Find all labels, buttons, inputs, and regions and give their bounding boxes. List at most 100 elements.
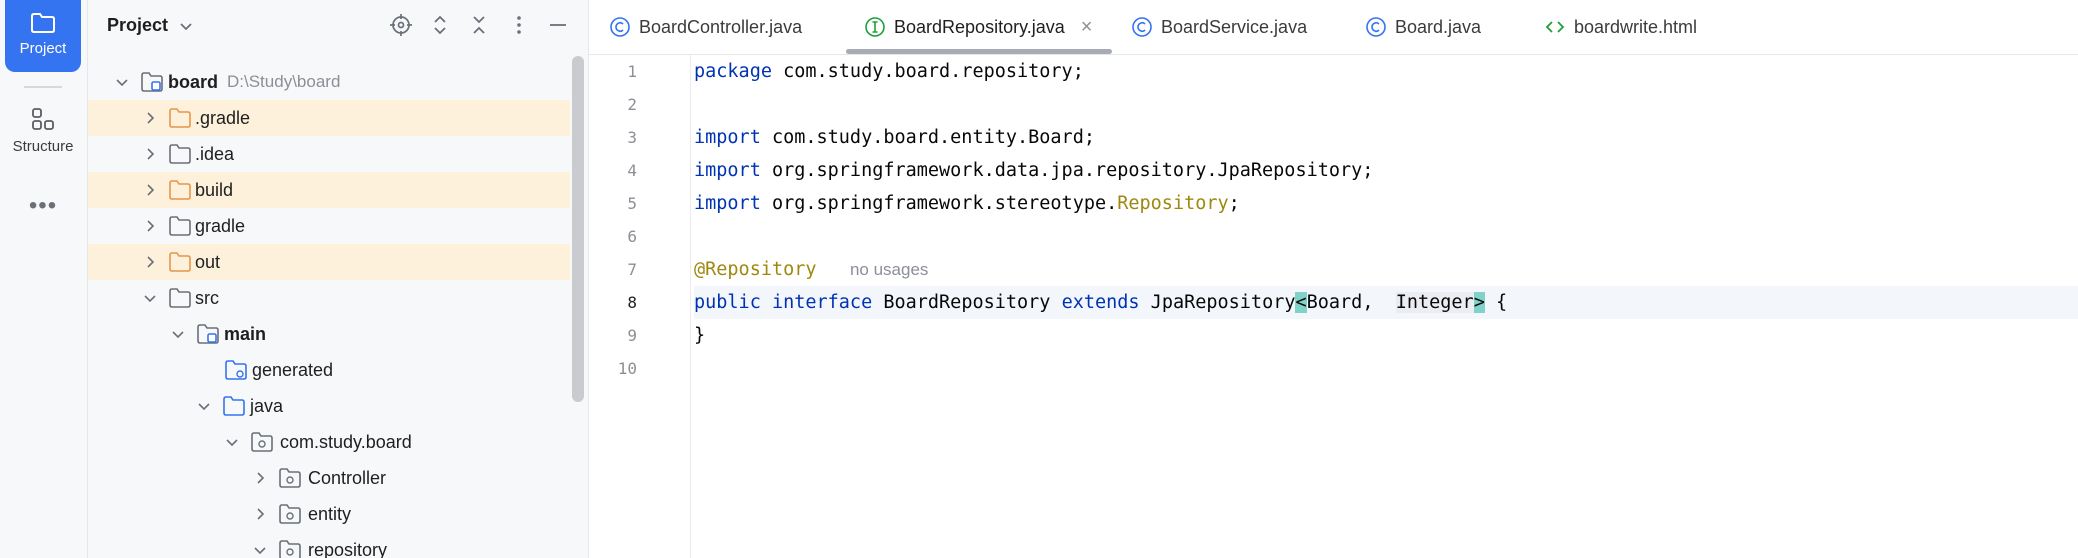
tree-item-repository[interactable]: repository [88, 532, 570, 558]
parameter-highlight: Integer [1395, 292, 1474, 313]
code-line-9: } [694, 319, 2078, 352]
tree-item-generated[interactable]: generated [88, 352, 570, 388]
tree-item-label: board [168, 71, 219, 92]
tab-label: boardwrite.html [1574, 16, 1698, 37]
tab-boardwrite-html[interactable]: boardwrite.html [1544, 0, 1697, 54]
tab-board-controller[interactable]: BoardController.java [609, 0, 802, 54]
interface-icon [864, 16, 886, 38]
collapse-all-icon[interactable] [466, 12, 492, 38]
line-number: 4 [627, 161, 637, 180]
package-icon [279, 504, 301, 524]
tree-item-label: com.study.board [280, 431, 412, 452]
folder-icon [31, 13, 55, 33]
chevron-down-icon[interactable] [196, 398, 212, 414]
line-number-gutter: 1 2 3 4 5 6 7 8 9 10 [589, 55, 691, 558]
tree-item-path: D:\Study\board [227, 72, 341, 91]
chevron-right-icon[interactable] [142, 218, 158, 234]
line-number: 2 [627, 95, 637, 114]
locate-icon[interactable] [388, 12, 414, 38]
minimize-icon[interactable] [545, 12, 571, 38]
chevron-down-icon[interactable] [176, 16, 196, 36]
tree-item-out[interactable]: out [88, 244, 570, 280]
tree-item-label: java [250, 395, 284, 416]
line-number: 3 [627, 128, 637, 147]
activity-bar: Project Structure ••• [0, 0, 88, 558]
tree-item-idea[interactable]: .idea [88, 136, 570, 172]
class-icon [1365, 16, 1387, 38]
structure-tool-button[interactable]: Structure [5, 106, 81, 168]
line-number: 1 [627, 62, 637, 81]
chevron-down-icon[interactable] [142, 290, 158, 306]
code-line-7: @Repository no usages [694, 253, 2078, 286]
more-tools-button[interactable]: ••• [5, 192, 81, 226]
tab-label: Board.java [1395, 16, 1482, 37]
tab-board[interactable]: Board.java [1365, 0, 1481, 54]
line-number: 7 [627, 260, 637, 279]
code-line-4: import org.springframework.data.jpa.repo… [694, 154, 2078, 187]
tree-item-build[interactable]: build [88, 172, 570, 208]
excluded-folder-icon [169, 252, 191, 272]
tree-item-label: src [195, 287, 219, 308]
keyword: import [694, 160, 761, 181]
tree-item-main[interactable]: main [88, 316, 570, 352]
tab-board-repository[interactable]: BoardRepository.java × [864, 0, 1092, 54]
tree-item-board[interactable]: board D:\Study\board [88, 64, 570, 100]
html-icon [1544, 16, 1566, 38]
project-tree-scrollbar[interactable] [572, 56, 584, 402]
tree-item-label: generated [252, 359, 334, 380]
package-icon [279, 468, 301, 488]
tree-item-label: build [195, 179, 234, 200]
tab-board-service[interactable]: BoardService.java [1131, 0, 1307, 54]
activity-separator [24, 86, 62, 88]
options-icon[interactable] [506, 12, 532, 38]
tree-item-src[interactable]: src [88, 280, 570, 316]
usages-inlay-hint[interactable]: no usages [850, 260, 928, 279]
code-text: Board, [1306, 292, 1396, 313]
tree-item-gradle[interactable]: gradle [88, 208, 570, 244]
excluded-folder-icon [169, 108, 191, 128]
chevron-down-icon[interactable] [224, 434, 240, 450]
tree-item-java[interactable]: java [88, 388, 570, 424]
folder-icon [169, 144, 191, 164]
keyword: import [694, 193, 761, 214]
source-folder-icon [223, 396, 245, 416]
keyword: package [694, 61, 772, 82]
chevron-right-icon[interactable] [142, 182, 158, 198]
panel-title[interactable]: Project [107, 15, 168, 36]
expand-all-icon[interactable] [427, 12, 453, 38]
code-text: JpaRepository [1139, 292, 1296, 313]
chevron-right-icon[interactable] [142, 110, 158, 126]
chevron-right-icon[interactable] [142, 146, 158, 162]
folder-icon [169, 216, 191, 236]
tree-item-label: main [224, 323, 267, 344]
keyword: extends [1061, 292, 1140, 313]
tree-item-label: gradle [195, 215, 246, 236]
project-panel: Project board D:\Study\board .gradle .id… [88, 0, 589, 558]
code-area[interactable]: package com.study.board.repository; impo… [694, 55, 2078, 558]
tree-item-label: .gradle [195, 107, 251, 128]
chevron-down-icon[interactable] [170, 326, 186, 342]
tree-item-entity[interactable]: entity [88, 496, 570, 532]
editor-tab-bar: BoardController.java BoardRepository.jav… [589, 0, 2078, 55]
editor: BoardController.java BoardRepository.jav… [589, 0, 2078, 558]
module-folder-icon [197, 324, 219, 344]
tree-item-label: out [195, 251, 221, 272]
chevron-right-icon[interactable] [142, 254, 158, 270]
line-number-current: 8 [627, 293, 637, 312]
more-icon: ••• [28, 192, 58, 219]
chevron-right-icon[interactable] [252, 506, 268, 522]
chevron-down-icon[interactable] [252, 542, 268, 558]
tree-item-label: repository [308, 539, 388, 558]
excluded-folder-icon [169, 180, 191, 200]
chevron-right-icon[interactable] [252, 470, 268, 486]
tree-item-package-root[interactable]: com.study.board [88, 424, 570, 460]
close-tab-icon[interactable]: × [1081, 16, 1093, 39]
project-tool-button[interactable]: Project [5, 0, 81, 72]
code-text: ; [1228, 193, 1240, 214]
code-line-1: package com.study.board.repository; [694, 55, 2078, 88]
line-number: 10 [617, 359, 637, 378]
code-text: { [1484, 292, 1508, 313]
tree-item-gradle-cache[interactable]: .gradle [88, 100, 570, 136]
chevron-down-icon[interactable] [114, 74, 130, 90]
tree-item-controller[interactable]: Controller [88, 460, 570, 496]
